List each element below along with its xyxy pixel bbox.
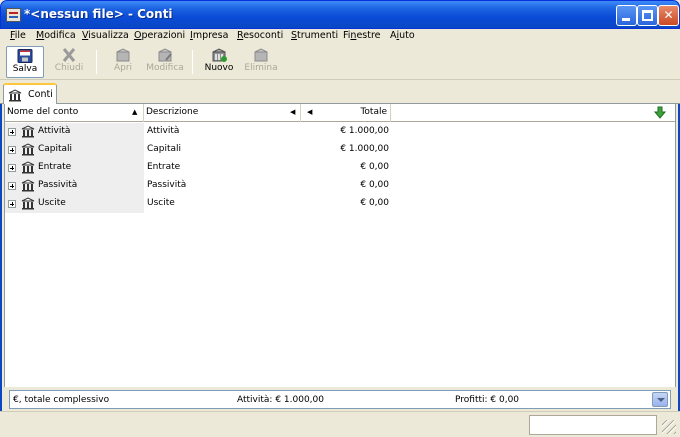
summary-assets: Attività: € 1.000,00	[237, 395, 324, 405]
menu-operazioni[interactable]: Operazioni	[134, 30, 185, 41]
save-label: Salva	[12, 64, 38, 74]
column-header-total-label: Totale	[360, 107, 387, 117]
close-file-button[interactable]: Chiudi	[52, 46, 86, 78]
menu-finestre[interactable]: Finestre	[343, 30, 381, 41]
open-button[interactable]: Apri	[106, 46, 140, 78]
account-description: Attività	[147, 126, 180, 136]
close-file-label: Chiudi	[54, 63, 84, 73]
account-description: Passività	[147, 180, 187, 190]
table-row[interactable]: Capitali Capitali € 1.000,00	[5, 141, 675, 159]
status-bar	[0, 411, 680, 437]
column-header-row: Nome del conto ▲ Descrizione ◀ ◀ Totale	[5, 104, 675, 122]
account-total: € 0,00	[360, 162, 389, 172]
account-name: Capitali	[38, 144, 73, 154]
close-icon: ✕	[663, 8, 674, 22]
column-header-name[interactable]: Nome del conto ▲	[5, 104, 144, 122]
toolbar-separator	[96, 50, 97, 74]
app-icon[interactable]	[6, 8, 21, 22]
expand-icon[interactable]	[8, 182, 16, 190]
edit-button[interactable]: Modifica	[144, 46, 186, 78]
delete-account-icon	[254, 48, 268, 62]
sort-ascending-icon: ▲	[132, 108, 138, 116]
menu-resoconti[interactable]: Resoconti	[237, 30, 283, 41]
save-button[interactable]: Salva	[6, 46, 44, 78]
new-account-label: Nuovo	[204, 63, 234, 73]
bank-icon	[21, 125, 35, 138]
floppy-disk-icon	[17, 49, 33, 63]
menu-modifica[interactable]: Modifica	[36, 30, 76, 41]
close-button[interactable]: ✕	[658, 5, 679, 26]
title-bar[interactable]: *<nessun file> - Conti ✕	[0, 0, 680, 29]
expand-icon[interactable]	[8, 128, 16, 136]
status-progress-field	[529, 415, 657, 435]
account-description: Uscite	[147, 198, 175, 208]
edit-label: Modifica	[146, 63, 184, 73]
toolbar: Salva Chiudi Apri Modifica Nuovo Elimina	[0, 44, 680, 80]
column-chooser-icon[interactable]	[654, 106, 666, 119]
delete-label: Elimina	[244, 63, 278, 73]
account-total: € 1.000,00	[340, 144, 389, 154]
account-total: € 0,00	[360, 180, 389, 190]
menu-aiuto[interactable]: Aiuto	[390, 30, 415, 41]
account-name: Attività	[38, 126, 71, 136]
bank-icon	[21, 197, 35, 210]
delete-button[interactable]: Elimina	[242, 46, 280, 78]
tab-strip: Conti	[0, 80, 680, 104]
account-name: Passività	[38, 180, 78, 190]
account-total: € 1.000,00	[340, 126, 389, 136]
column-header-description-label: Descrizione	[146, 107, 199, 117]
bank-icon	[21, 143, 35, 156]
menu-impresa[interactable]: Impresa	[190, 30, 228, 41]
account-name: Uscite	[38, 198, 66, 208]
column-header-name-label: Nome del conto	[7, 107, 79, 117]
table-row[interactable]: Passività Passività € 0,00	[5, 177, 675, 195]
bank-icon	[21, 179, 35, 192]
account-total: € 0,00	[360, 198, 389, 208]
resize-grip-icon[interactable]	[662, 420, 676, 434]
account-description: Entrate	[147, 162, 181, 172]
column-header-description[interactable]: Descrizione ◀	[144, 104, 301, 122]
close-x-icon	[62, 48, 76, 62]
tab-conti[interactable]: Conti	[3, 83, 57, 104]
account-name: Entrate	[38, 162, 72, 172]
menu-strumenti[interactable]: Strumenti	[291, 30, 338, 41]
table-row[interactable]: Attività Attività € 1.000,00	[5, 123, 675, 141]
accounts-tree[interactable]: Nome del conto ▲ Descrizione ◀ ◀ Totale …	[4, 104, 676, 387]
edit-account-icon	[158, 48, 172, 62]
summary-currency: €, totale complessivo	[13, 395, 110, 405]
table-row[interactable]: Uscite Uscite € 0,00	[5, 195, 675, 213]
menu-file[interactable]: File	[10, 30, 26, 41]
bank-icon	[8, 89, 22, 102]
expand-icon[interactable]	[8, 146, 16, 154]
new-account-icon	[212, 48, 227, 62]
bank-icon	[21, 161, 35, 174]
menu-visualizza[interactable]: Visualizza	[82, 30, 129, 41]
tab-label: Conti	[28, 89, 53, 100]
table-row[interactable]: Entrate Entrate € 0,00	[5, 159, 675, 177]
account-description: Capitali	[147, 144, 182, 154]
window-title: *<nessun file> - Conti	[24, 7, 173, 21]
minimize-button[interactable]	[616, 5, 637, 26]
column-left-arrow-icon: ◀	[290, 108, 296, 116]
summary-profits: Profitti: € 0,00	[455, 395, 520, 405]
expand-icon[interactable]	[8, 200, 16, 208]
new-account-button[interactable]: Nuovo	[200, 46, 238, 78]
summary-bar: €, totale complessivo Attività: € 1.000,…	[9, 390, 671, 409]
open-account-icon	[116, 48, 130, 62]
expand-icon[interactable]	[8, 164, 16, 172]
column-header-total[interactable]: ◀ Totale	[301, 104, 391, 122]
menu-bar: File Modifica Visualizza Operazioni Impr…	[0, 29, 680, 44]
summary-dropdown-button[interactable]	[652, 392, 668, 407]
maximize-icon	[642, 10, 653, 21]
open-label: Apri	[113, 63, 133, 73]
maximize-button[interactable]	[637, 5, 658, 26]
minimize-icon	[622, 18, 630, 21]
toolbar-separator	[192, 50, 193, 74]
column-left-arrow-icon: ◀	[307, 108, 313, 116]
